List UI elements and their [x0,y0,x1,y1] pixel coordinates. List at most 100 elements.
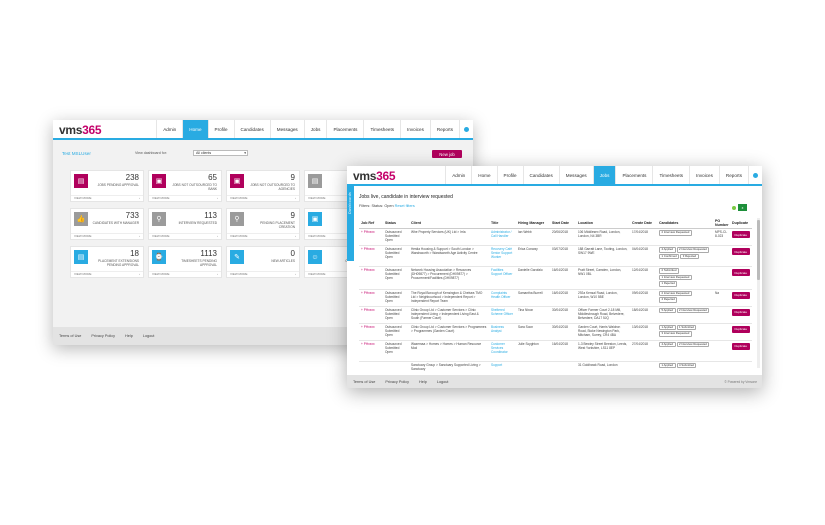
column-header[interactable]: Duplicate [730,218,752,229]
settings-icon[interactable] [748,166,762,184]
footer-link-logout[interactable]: Logout [437,380,449,384]
nav-placements[interactable]: Placements [326,120,363,138]
candidate-status-chip[interactable]: 2 Interview Requested [659,290,692,297]
candidate-status-chip[interactable]: 1 Rejected [659,281,678,287]
table-row[interactable]: PHxxxx Outsourced Submitted Open Network H… [359,266,752,290]
job-title-link[interactable]: Business Analyst [491,325,504,333]
view-more-link[interactable]: View more › [149,195,221,201]
job-title-link[interactable]: Customer Services Coordinator [491,342,508,354]
candidate-status-chip[interactable]: 1 Submitted [676,324,697,331]
candidate-status-chip[interactable]: 4 Applied [659,247,676,253]
dashboard-tile[interactable]: 👍 733 Candidates with manager View more › [70,208,144,240]
column-header[interactable]: Client [409,218,489,229]
duplicate-button[interactable]: Duplicate [732,291,750,299]
dashboard-tile[interactable]: ⌚ 1113 Timesheets pending approval View mor… [148,246,222,278]
dashboard-tile[interactable]: ⚲ 9 Pending placement creation View more › [226,208,300,240]
scroll-thumb[interactable] [757,220,760,280]
job-ref-link[interactable]: PHxxxx [361,308,375,312]
candidate-status-chip[interactable]: 3 Interview Requested [659,331,692,337]
new-job-button[interactable]: New job [432,150,462,158]
nav-admin[interactable]: Admin [156,120,182,138]
nav-jobs[interactable]: Jobs [303,120,327,138]
duplicate-button[interactable]: Duplicate [732,325,750,333]
view-more-link[interactable]: View more › [71,195,143,201]
job-title-link[interactable]: Administrator / Call Handler [491,230,512,238]
table-row[interactable]: PHxxxx Outsourced Submitted Open Wazemaa >… [359,340,752,362]
footer-link-privacy-policy[interactable]: Privacy Policy [91,334,115,338]
column-header[interactable]: Job Ref [359,218,383,229]
job-ref-link[interactable]: PHxxxx [361,230,375,234]
job-ref-link[interactable]: PHxxxx [361,291,375,295]
job-title-link[interactable]: Support [491,363,502,367]
duplicate-button[interactable]: Duplicate [732,248,750,256]
column-header[interactable]: Hiring Manager [516,218,550,229]
candidate-status-chip[interactable]: 4 Applied [659,341,676,348]
vms365-logo[interactable]: vms365 [59,123,102,137]
table-row[interactable]: PHxxxx Outsourced Submitted Open Clinic Gr… [359,306,752,324]
job-ref-link[interactable]: PHxxxx [361,247,375,251]
settings-icon[interactable] [459,120,473,138]
excel-export-icon[interactable]: x [738,204,747,211]
table-row[interactable]: PHxxxx Outsourced Submitted Open Whe Prope… [359,228,752,246]
nav-candidates[interactable]: Candidates [233,120,270,138]
table-row[interactable]: PHxxxx Outsourced Submitted Open Hestia Ho… [359,245,752,267]
job-title-link[interactable]: Sheltered Scheme Officer [491,308,513,316]
duplicate-button[interactable]: Duplicate [732,308,750,316]
nav-placements[interactable]: Placements [615,166,652,184]
view-more-link[interactable]: View more › [149,233,221,239]
footer-link-terms-of-use[interactable]: Terms of Use [353,380,375,384]
job-title-link[interactable]: Recovery Café Senior Support Worker [491,247,512,259]
dashboards-side-tab[interactable]: Dashboards [347,186,354,261]
candidate-status-chip[interactable]: 1 Confirmed [659,253,680,260]
nav-profile[interactable]: Profile [207,120,234,138]
footer-link-help[interactable]: Help [125,334,133,338]
view-more-link[interactable]: View more › [71,271,143,277]
nav-home[interactable]: Home [182,120,208,138]
column-header[interactable]: Candidates [657,218,713,229]
nav-timesheets[interactable]: Timesheets [363,120,400,138]
table-row[interactable]: PHxxxx Outsourced Submitted Open Clinic Gr… [359,323,752,341]
candidate-status-chip[interactable]: 4 Submitted [676,362,697,369]
nav-admin[interactable]: Admin [445,166,471,184]
dashboard-tile[interactable]: ▤ 18 Placement extensions pending approval… [70,246,144,278]
job-ref-link[interactable]: PHxxxx [361,342,375,346]
footer-link-privacy-policy[interactable]: Privacy Policy [385,380,409,384]
dashboard-tile[interactable]: ⚲ 113 Interview requested View more › [148,208,222,240]
dashboard-tile[interactable]: ✎ 0 New articles View more › [226,246,300,278]
candidate-status-chip[interactable]: 5 Applied [659,307,676,314]
footer-link-terms-of-use[interactable]: Terms of Use [59,334,81,338]
candidate-status-chip[interactable]: 1 Applied [659,362,676,369]
column-header[interactable]: Title [489,218,516,229]
dashboard-tile[interactable]: ▣ 9 Jobs not outsourced to agencies View mo… [226,170,300,202]
job-ref-link[interactable]: PHxxxx [361,268,375,272]
nav-reports[interactable]: Reports [429,120,459,138]
job-title-link[interactable]: Facilities Support Officer [491,268,512,276]
nav-messages[interactable]: Messages [558,166,593,184]
column-header[interactable]: Location [576,218,630,229]
view-more-link[interactable]: View more › [227,195,299,201]
nav-invoices[interactable]: Invoices [400,120,430,138]
view-more-link[interactable]: View more › [227,233,299,239]
footer-link-help[interactable]: Help [419,380,427,384]
column-header[interactable]: Create Date [630,218,657,229]
dashboard-tile[interactable]: ▤ 238 Jobs pending approval View more › [70,170,144,202]
candidate-status-chip[interactable]: 2 Interview Requested [676,247,710,253]
candidate-status-chip[interactable]: 2 Interview Requested [659,230,692,236]
nav-jobs[interactable]: Jobs [592,166,616,184]
candidate-status-chip[interactable]: 4 Rejected [659,297,678,303]
view-more-link[interactable]: View more › [227,271,299,277]
column-header[interactable]: Status [383,218,409,229]
duplicate-button[interactable]: Duplicate [732,342,750,350]
vms365-logo[interactable]: vms365 [353,169,396,183]
nav-profile[interactable]: Profile [496,166,523,184]
column-header[interactable]: PO Number [713,218,730,229]
nav-home[interactable]: Home [471,166,496,184]
duplicate-button[interactable]: Duplicate [732,269,750,277]
job-ref-link[interactable]: PHxxxx [361,325,375,329]
view-more-link[interactable]: View more › [71,233,143,239]
nav-candidates[interactable]: Candidates [522,166,559,184]
dashboard-tile[interactable]: ▣ 65 Jobs not outsourced to bank View more › [148,170,222,202]
job-title-link[interactable]: Complaints Health Officer [491,291,510,299]
dashboard-client-select[interactable]: All clients ▾ [193,149,248,156]
reset-filters-link[interactable]: Reset filters [395,204,415,208]
